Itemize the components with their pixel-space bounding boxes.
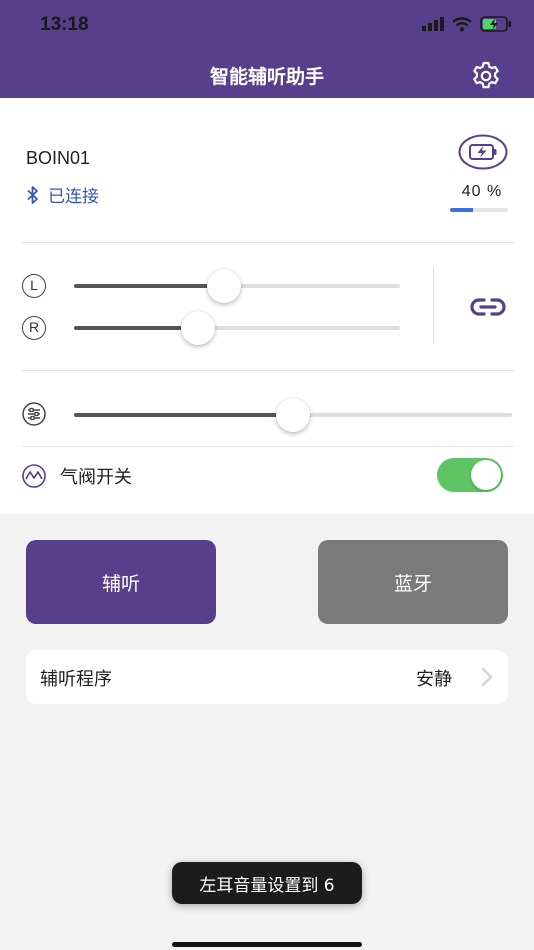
wifi-icon xyxy=(452,16,472,32)
battery-charging-icon xyxy=(458,134,508,170)
air-valve-icon xyxy=(22,464,46,488)
program-label: 辅听程序 xyxy=(40,669,112,690)
equalizer-fill xyxy=(74,413,293,417)
chevron-right-icon xyxy=(481,667,493,687)
charging-battery-icon xyxy=(480,16,511,32)
cellular-signal-icon xyxy=(422,17,444,31)
equalizer-slider[interactable] xyxy=(74,398,512,432)
bluetooth-icon xyxy=(27,185,38,204)
left-volume-thumb[interactable] xyxy=(206,269,241,303)
divider xyxy=(22,370,514,371)
equalizer-thumb[interactable] xyxy=(276,398,310,432)
status-icons xyxy=(422,16,512,32)
battery-level-bar xyxy=(450,208,508,212)
status-time: 13:18 xyxy=(40,14,89,35)
toggle-knob xyxy=(471,460,501,490)
connection-label: 已连接 xyxy=(48,187,99,207)
battery-percent: 40 % xyxy=(461,183,503,200)
device-card: BOIN01 已连接 40 % L R 气阀开关 xyxy=(0,98,534,514)
right-ear-icon: R xyxy=(22,316,46,340)
air-valve-label: 气阀开关 xyxy=(60,467,132,488)
right-volume-fill xyxy=(74,326,198,330)
air-valve-toggle[interactable] xyxy=(437,458,503,492)
home-indicator xyxy=(172,942,362,947)
divider xyxy=(22,446,514,447)
left-ear-icon: L xyxy=(22,274,46,298)
right-volume-thumb[interactable] xyxy=(180,311,215,345)
toast-message: 左耳音量设置到 6 xyxy=(172,862,362,904)
page-title: 智能辅听助手 xyxy=(209,66,324,88)
program-value: 安静 xyxy=(416,669,452,690)
equalizer-icon xyxy=(22,402,46,426)
hearing-mode-button[interactable]: 辅听 xyxy=(26,540,216,624)
left-volume-slider[interactable] xyxy=(74,269,400,303)
left-volume-fill xyxy=(74,284,224,288)
program-row[interactable]: 辅听程序 安静 xyxy=(26,650,508,704)
battery-level-fill xyxy=(450,208,474,212)
link-icon[interactable] xyxy=(470,295,506,319)
right-volume-slider[interactable] xyxy=(74,311,400,345)
app-header: 13:18 智能辅听助手 xyxy=(0,0,534,98)
vertical-divider xyxy=(433,268,434,344)
gear-icon[interactable] xyxy=(470,60,502,92)
divider xyxy=(22,242,514,243)
bluetooth-mode-button[interactable]: 蓝牙 xyxy=(318,540,508,624)
device-name: BOIN01 xyxy=(26,148,91,168)
connection-status: 已连接 xyxy=(26,182,99,207)
